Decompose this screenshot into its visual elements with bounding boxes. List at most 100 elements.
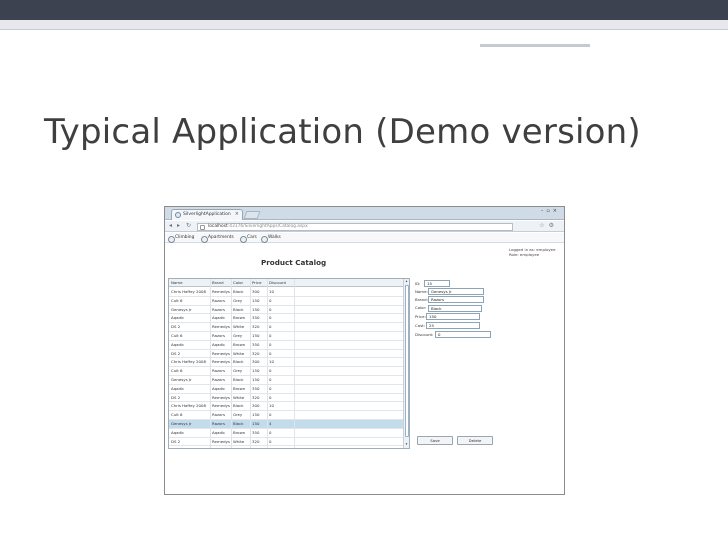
brand-label: Brand: (415, 297, 428, 302)
table-row[interactable]: DS 2 Remedys White 320 0 (169, 350, 403, 359)
slide-accent-segment (480, 44, 590, 47)
table-row[interactable]: Genesys Jr Razors Black 150 0 (169, 306, 403, 315)
cell-discount: 0 (269, 306, 272, 312)
cost-field[interactable]: 25 (426, 322, 480, 329)
price-field[interactable]: 150 (426, 313, 480, 320)
id-field[interactable]: 15 (424, 280, 450, 287)
browser-toolbar: ◂ ▸ ↻ localhost:43176/SilverlightApps/Ca… (165, 221, 564, 232)
table-row[interactable]: DS 2 Remedys White 320 0 (169, 394, 403, 403)
table-row[interactable]: Chris Haffey 2008 Remedys Black 300 10 (169, 402, 403, 412)
color-field[interactable]: Black (428, 305, 482, 312)
cell-discount: 10 (269, 403, 274, 409)
cell-color: Brown (233, 385, 246, 391)
cell-color: Black (233, 359, 244, 365)
cell-name: Cult 6 (171, 333, 183, 338)
cell-name: DS 2 (171, 350, 181, 356)
cell-discount: 0 (269, 385, 272, 391)
table-row[interactable]: Chris Haffey 2008 Remedys Black 300 10 (169, 288, 403, 297)
window-controls[interactable]: –▫× (541, 208, 560, 214)
cell-price: 150 (252, 412, 260, 418)
new-tab-button[interactable] (243, 211, 261, 219)
cell-color: White (233, 324, 245, 330)
cell-brand: Remedys (212, 289, 230, 294)
cell-brand: Razors (212, 333, 226, 338)
bookmark-item[interactable]: Walks (261, 234, 281, 243)
cost-label: Cost: (415, 323, 425, 328)
cell-name: Chris Haffey 2008 (171, 403, 206, 409)
cell-color: Black (233, 403, 244, 409)
column-header-price[interactable]: Price (250, 279, 267, 287)
globe-icon (175, 212, 181, 218)
table-row[interactable]: Aqadic Aqadic Brown 350 0 (169, 429, 403, 438)
column-header-color[interactable]: Color (231, 279, 250, 287)
cell-name: DS 2 (171, 324, 181, 330)
name-field[interactable]: Genesys Jr (428, 288, 484, 295)
slide-top-band (0, 0, 728, 20)
tab-close-icon[interactable]: × (235, 210, 239, 219)
scroll-up-arrow-icon[interactable]: ▴ (404, 279, 409, 284)
login-info: Logged in as: employee Role: employee (509, 247, 555, 257)
delete-button[interactable]: Delete (457, 436, 493, 445)
bookmarks-bar: Climbing Apartments Cars Walks (165, 233, 564, 243)
table-row[interactable]: Cult 6 Razors Grey 150 0 (169, 411, 403, 420)
product-grid[interactable]: Name Brand Color Price Discount Chris Ha… (168, 278, 410, 449)
browser-tab-title: SilverlightApplication (183, 212, 231, 217)
cell-color: White (233, 394, 245, 400)
table-row[interactable]: Genesys Jr Razors Black 150 0 (169, 376, 403, 385)
cell-price: 320 (252, 350, 260, 356)
cell-brand: Remedys (212, 394, 230, 400)
cell-brand: Razors (212, 412, 226, 418)
column-divider (250, 279, 251, 448)
page-title: Product Catalog (261, 258, 327, 267)
cell-brand: Remedys (212, 350, 230, 356)
table-row[interactable]: Chris Haffey 2008 Remedys Black 300 10 (169, 358, 403, 368)
brand-field[interactable]: Razors (428, 296, 484, 303)
forward-arrow-icon[interactable]: ▸ (177, 222, 180, 229)
cell-price: 350 (252, 315, 260, 321)
app-screenshot: SilverlightApplication × –▫× ◂ ▸ ↻ local… (164, 206, 565, 495)
table-row[interactable]: Cult 6 Razors Grey 150 0 (169, 367, 403, 376)
table-row[interactable]: Aqadic Aqadic Brown 350 0 (169, 341, 403, 350)
star-wrench-icons[interactable]: ☆⚙ (539, 222, 558, 229)
cell-discount: 0 (269, 377, 272, 382)
address-bar[interactable]: localhost:43176/SilverlightApps/Catalog.… (197, 223, 513, 231)
bookmark-item[interactable]: Climbing (168, 234, 194, 243)
table-row[interactable]: Genesys Jr Razors Black 150 4 (169, 420, 403, 429)
discount-field[interactable]: 0 (435, 331, 491, 338)
cell-discount: 0 (269, 429, 272, 435)
scroll-down-arrow-icon[interactable]: ▾ (404, 442, 409, 447)
column-divider (267, 279, 268, 448)
table-row[interactable]: Cult 6 Razors Grey 150 0 (169, 332, 403, 341)
cell-name: Genesys Jr (171, 421, 192, 426)
browser-tab[interactable]: SilverlightApplication × (171, 209, 243, 220)
grid-header: Name Brand Color Price Discount (169, 279, 403, 287)
scrollbar-thumb[interactable] (404, 285, 409, 437)
grid-scrollbar[interactable]: ▴ ▾ (403, 279, 409, 448)
slide-title: Typical Application (Demo version) (44, 112, 641, 152)
reload-icon[interactable]: ↻ (186, 222, 191, 229)
cell-name: Aqadic (171, 315, 185, 321)
cell-name: DS 2 (171, 394, 181, 400)
table-row[interactable]: DS 2 Remedys White 320 0 (169, 438, 403, 447)
table-row[interactable]: Aqadic Aqadic Brown 350 0 (169, 314, 403, 324)
column-divider (294, 279, 295, 448)
bookmark-item[interactable]: Apartments (201, 234, 234, 243)
cell-price: 150 (252, 333, 260, 338)
cell-name: Cult 6 (171, 368, 183, 374)
cell-price: 150 (252, 421, 260, 426)
save-button[interactable]: Save (417, 436, 453, 445)
back-arrow-icon[interactable]: ◂ (169, 222, 172, 229)
cell-color: Grey (233, 333, 243, 338)
column-header-brand[interactable]: Brand (210, 279, 231, 287)
cell-price: 350 (252, 429, 260, 435)
cell-color: Grey (233, 368, 243, 374)
bookmark-item[interactable]: Cars (240, 234, 257, 243)
column-header-name[interactable]: Name (169, 279, 210, 287)
table-row[interactable]: Cult 6 Razors Grey 150 0 (169, 297, 403, 306)
cell-color: Grey (233, 412, 243, 418)
cell-price: 350 (252, 341, 260, 347)
table-row[interactable]: Aqadic Aqadic Brown 350 0 (169, 385, 403, 394)
column-header-discount[interactable]: Discount (267, 279, 294, 287)
cell-name: Genesys Jr (171, 306, 192, 312)
table-row[interactable]: DS 2 Remedys White 320 0 (169, 323, 403, 332)
